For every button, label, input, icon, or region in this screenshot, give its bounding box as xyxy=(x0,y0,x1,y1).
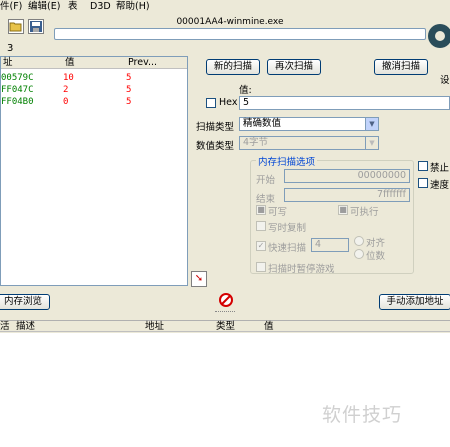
value-type-label: 数值类型 xyxy=(196,141,235,152)
start-address-input[interactable]: 00000000 xyxy=(284,169,410,183)
hex-checkbox[interactable] xyxy=(206,98,216,108)
splitter-handle[interactable] xyxy=(215,311,235,313)
last-digits-label: 位数 xyxy=(366,251,386,262)
memory-view-button[interactable]: 内存浏览 xyxy=(0,294,50,310)
scan-type-label: 扫描类型 xyxy=(196,122,235,133)
copy-on-write-checkbox[interactable] xyxy=(256,221,266,231)
header-address[interactable]: 地址 xyxy=(145,321,164,333)
settings-logo-icon[interactable] xyxy=(428,24,450,48)
result-address: 00579C xyxy=(1,73,34,83)
result-previous: 5 xyxy=(126,97,132,107)
scan-type-value: 精确数值 xyxy=(243,118,282,129)
new-scan-button[interactable]: 新的扫描 xyxy=(206,59,260,75)
result-value: 0 xyxy=(63,97,69,107)
header-description[interactable]: 描述 xyxy=(16,321,35,333)
alignment-label: 对齐 xyxy=(366,238,386,249)
process-title: 00001AA4-winmine.exe xyxy=(176,17,284,27)
start-label: 开始 xyxy=(256,175,276,186)
hex-label: Hex xyxy=(219,97,238,108)
last-digits-radio[interactable] xyxy=(354,249,364,259)
menu-d3d[interactable]: D3D xyxy=(90,0,111,13)
result-previous: 5 xyxy=(126,85,132,95)
result-address: FF04B0 xyxy=(1,97,34,107)
header-previous[interactable]: Prev... xyxy=(128,57,157,69)
result-address: FF047C xyxy=(1,85,34,95)
check-mark-icon: ■ xyxy=(339,205,347,214)
result-previous: 5 xyxy=(126,73,132,83)
speed-checkbox[interactable] xyxy=(418,178,428,188)
add-address-manually-button[interactable]: 手动添加地址 xyxy=(379,294,450,310)
executable-checkbox[interactable]: ■ xyxy=(338,205,348,215)
settings-label: 设 xyxy=(440,75,450,86)
header-value[interactable]: 值 xyxy=(264,321,274,333)
value-label: 值: xyxy=(239,85,252,96)
header-address[interactable]: 址 xyxy=(3,57,13,69)
disable-checkbox[interactable] xyxy=(418,161,428,171)
open-file-icon[interactable] xyxy=(8,19,24,34)
chevron-down-icon: ▼ xyxy=(365,118,378,130)
memory-scan-options-title: 内存扫描选项 xyxy=(256,154,318,168)
value-input[interactable]: 5 xyxy=(239,96,450,110)
check-mark-icon: ■ xyxy=(257,205,265,214)
menu-table[interactable]: 表 xyxy=(68,0,78,13)
add-to-list-arrow-icon[interactable]: ➘ xyxy=(191,271,207,287)
writable-label: 可写 xyxy=(268,207,288,218)
undo-scan-button[interactable]: 撤消扫描 xyxy=(374,59,428,75)
stop-label: 结束 xyxy=(256,194,276,205)
menu-help[interactable]: 帮助(H) xyxy=(116,0,150,13)
pause-game-checkbox[interactable] xyxy=(256,262,266,272)
save-icon[interactable] xyxy=(28,19,44,34)
fast-scan-input[interactable]: 4 xyxy=(311,238,349,252)
alignment-radio[interactable] xyxy=(354,236,364,246)
value-type-value: 4字节 xyxy=(243,137,269,148)
header-value[interactable]: 值 xyxy=(65,57,75,69)
address-list-header: 活 描述 地址 类型 值 xyxy=(0,320,450,332)
disable-label: 禁止 xyxy=(430,163,450,174)
copy-on-write-label: 写时复制 xyxy=(268,223,307,234)
menu-bar: 件(F) 编辑(E) 表 D3D 帮助(H) xyxy=(0,0,450,13)
pause-game-label: 扫描时暂停游戏 xyxy=(268,264,335,275)
header-active[interactable]: 活 xyxy=(0,321,10,333)
stop-address-input[interactable]: 7fffffff xyxy=(284,188,410,202)
result-row[interactable]: 00579C 10 5 xyxy=(1,73,187,84)
writable-checkbox[interactable]: ■ xyxy=(256,205,266,215)
fast-scan-label: 快速扫描 xyxy=(268,243,307,254)
results-list[interactable]: 址 值 Prev... 00579C 10 5 FF047C 2 5 FF04B… xyxy=(0,56,188,286)
stop-icon[interactable] xyxy=(219,293,233,307)
address-list[interactable] xyxy=(0,333,450,447)
speed-label: 速度 xyxy=(430,180,450,191)
scan-type-select[interactable]: 精确数值 ▼ xyxy=(239,117,379,131)
result-value: 2 xyxy=(63,85,69,95)
fast-scan-checkbox[interactable]: ✓ xyxy=(256,241,266,251)
value-type-select[interactable]: 4字节 ▼ xyxy=(239,136,379,150)
header-type[interactable]: 类型 xyxy=(216,321,235,333)
result-row[interactable]: FF047C 2 5 xyxy=(1,85,187,96)
found-count: 3 xyxy=(7,43,14,54)
chevron-down-icon: ▼ xyxy=(365,137,378,149)
executable-label: 可执行 xyxy=(350,207,379,218)
result-row[interactable]: FF04B0 0 5 xyxy=(1,97,187,108)
scan-progress-bar xyxy=(54,28,426,40)
menu-file[interactable]: 件(F) xyxy=(0,0,22,13)
watermark-text: 软件技巧 xyxy=(322,404,403,426)
menu-edit[interactable]: 编辑(E) xyxy=(28,0,60,13)
check-mark-icon: ✓ xyxy=(257,241,265,250)
result-value: 10 xyxy=(63,73,74,83)
results-header: 址 值 Prev... xyxy=(1,57,187,69)
next-scan-button[interactable]: 再次扫描 xyxy=(267,59,321,75)
